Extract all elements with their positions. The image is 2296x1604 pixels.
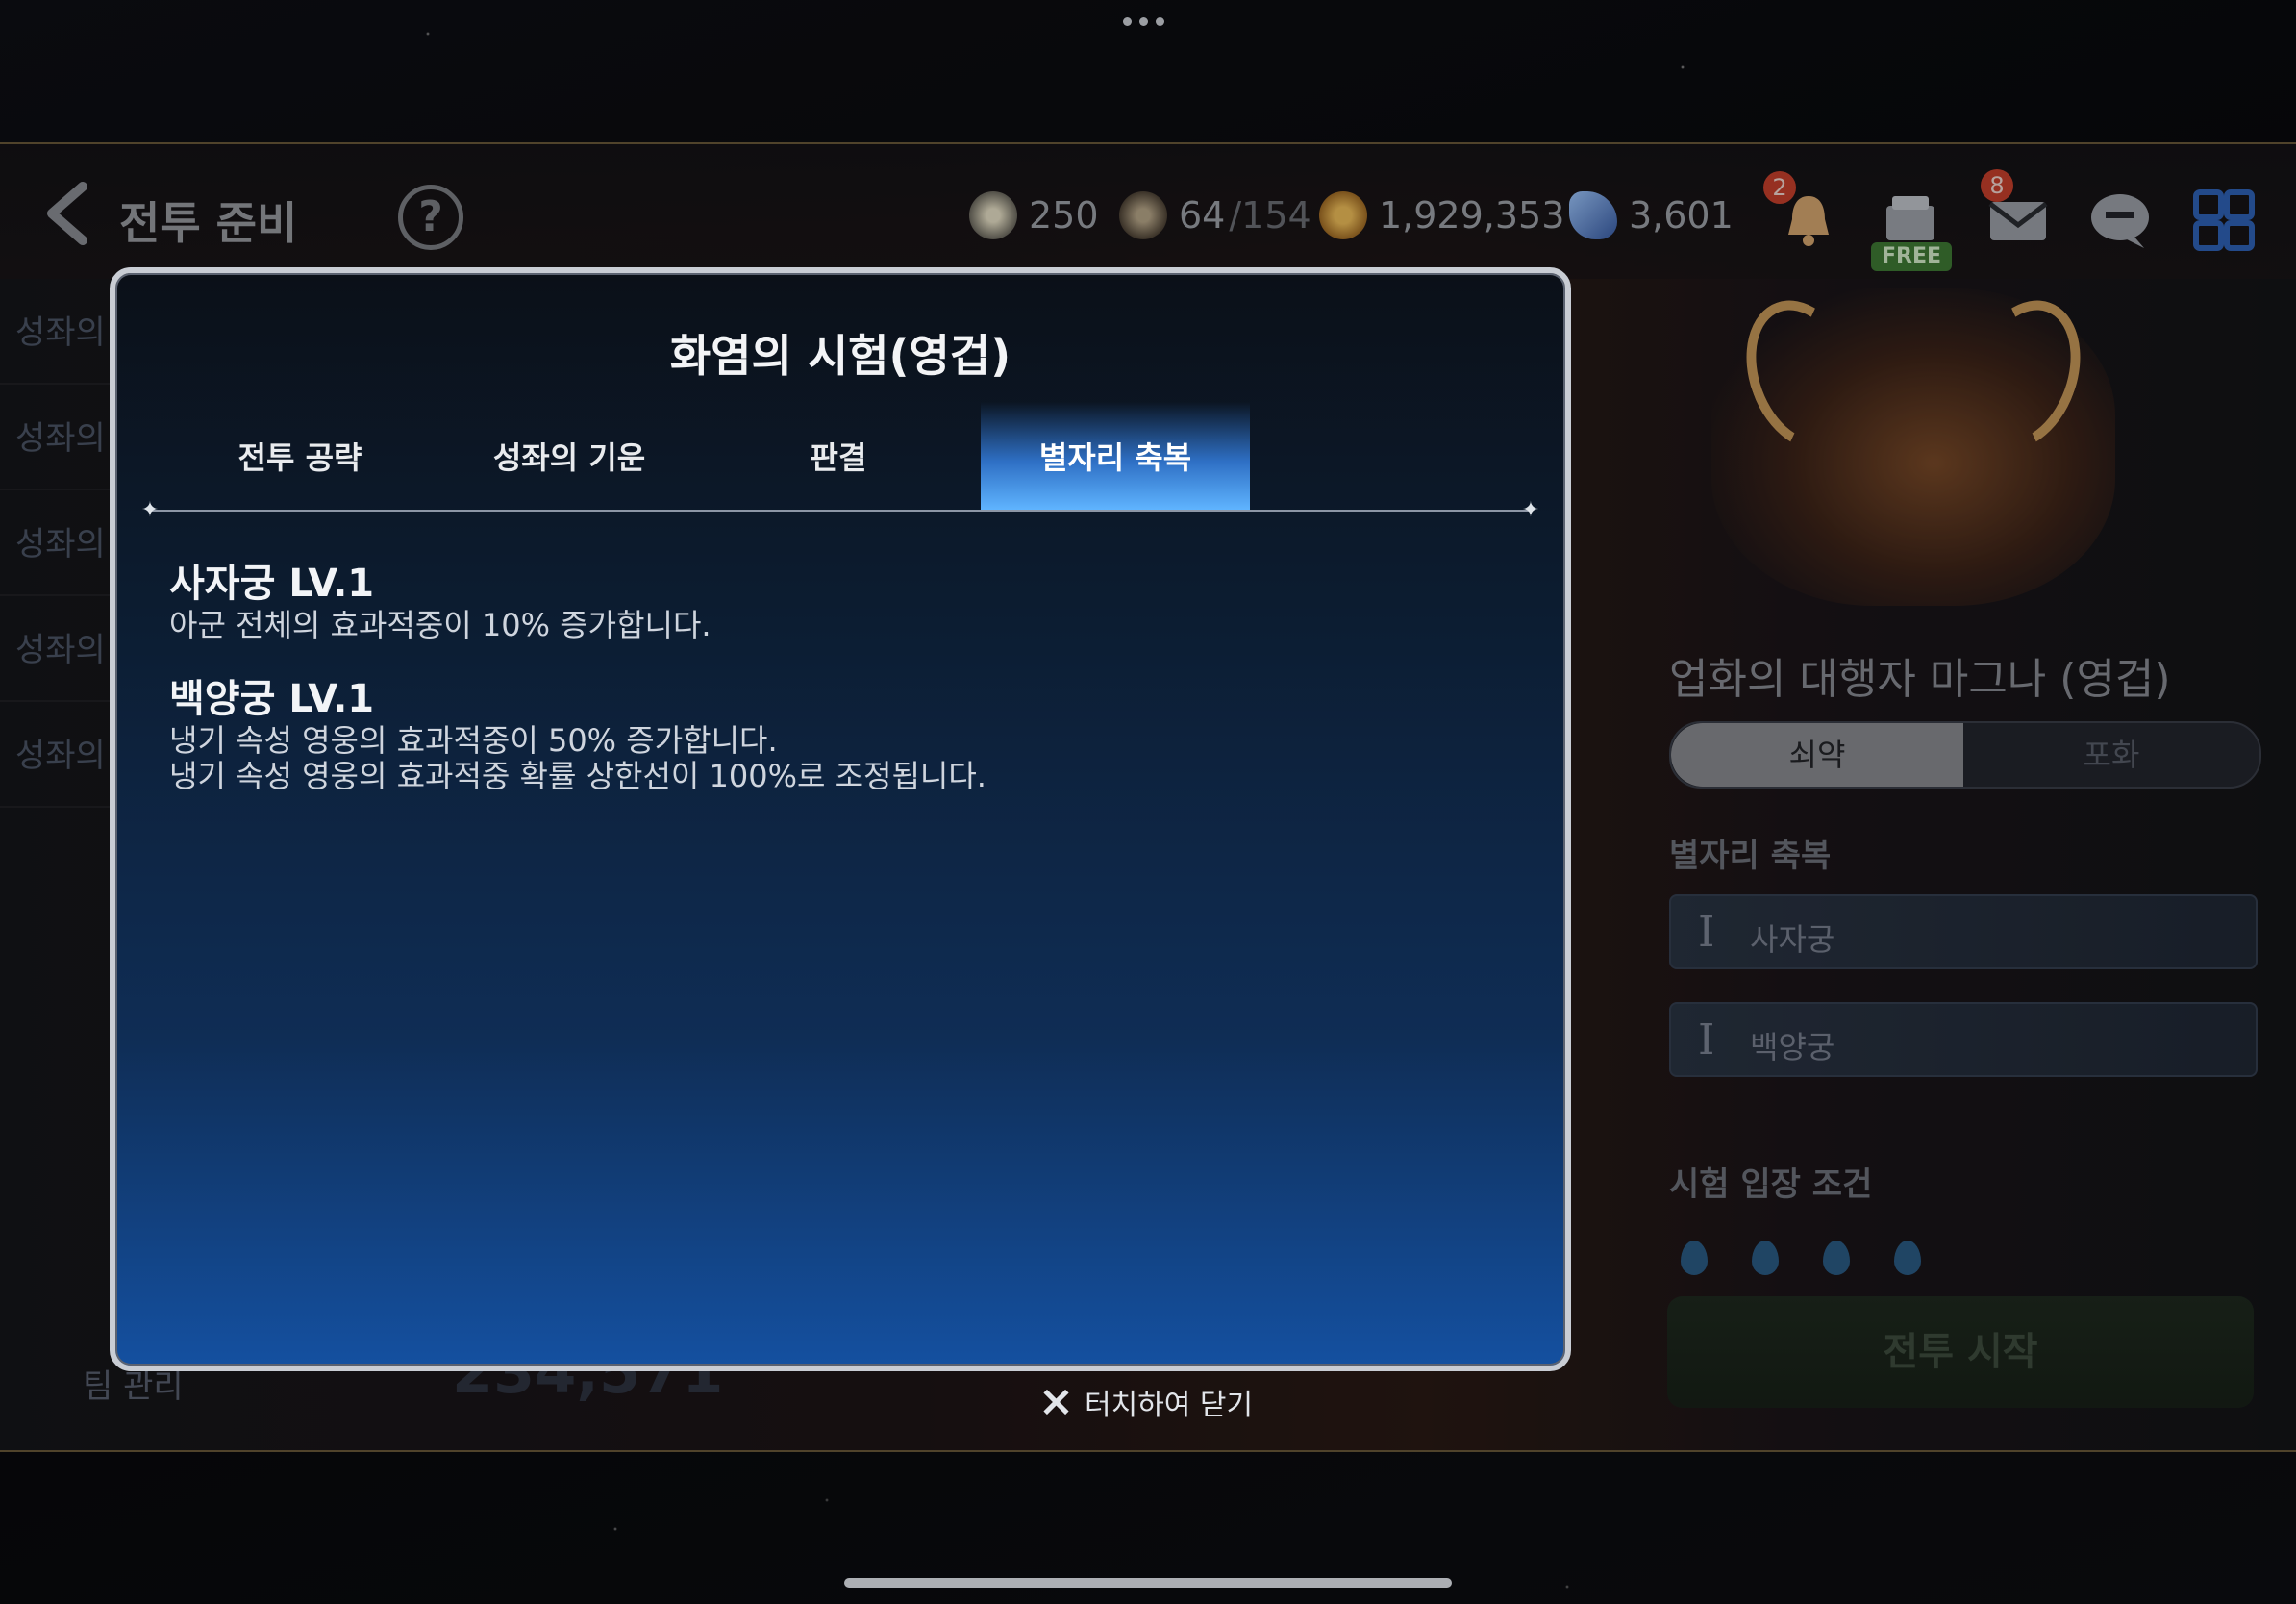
blessing-entry-desc: 냉기 속성 영웅의 효과적중 확률 상한선이 100%로 조정됩니다.	[169, 758, 986, 794]
tab-constellation-blessing[interactable]: 별자리 축복	[981, 402, 1250, 510]
close-hint-label: 터치하여 닫기	[1085, 1389, 1254, 1422]
close-icon	[1040, 1387, 1071, 1417]
blessing-entry-leo: 사자궁 LV.1 아군 전체의 효과적중이 10% 증가합니다.	[169, 552, 711, 643]
home-indicator[interactable]	[844, 1578, 1452, 1588]
blessing-entry-desc: 냉기 속성 영웅의 효과적중이 50% 증가합니다.	[169, 722, 778, 759]
close-hint[interactable]: 터치하여 닫기	[1040, 1381, 1253, 1423]
modal-tabs: 전투 공략 성좌의 기운 판결 별자리 축복	[115, 402, 1565, 510]
tab-judgment[interactable]: 판결	[704, 402, 973, 510]
trial-info-modal: 화염의 시험(영겁) 전투 공략 성좌의 기운 판결 별자리 축복 ✦ ✦ 사자…	[110, 267, 1571, 1371]
sparkle-icon: ✦	[1521, 498, 1540, 522]
blessing-entry-desc: 아군 전체의 효과적중이 10% 증가합니다.	[169, 607, 711, 643]
blessing-entry-title: 백양궁 LV.1	[169, 677, 375, 721]
sparkle-icon: ✦	[140, 498, 160, 522]
modal-title: 화염의 시험(영겁)	[669, 330, 1011, 382]
tab-divider: ✦ ✦	[141, 499, 1539, 522]
blessing-entry-title: 사자궁 LV.1	[169, 562, 375, 606]
tab-constellation-energy[interactable]: 성좌의 기운	[435, 402, 704, 510]
tab-battle-strategy[interactable]: 전투 공략	[165, 402, 435, 510]
blessing-entry-aries: 백양궁 LV.1 냉기 속성 영웅의 효과적중이 50% 증가합니다. 냉기 속…	[169, 667, 986, 794]
